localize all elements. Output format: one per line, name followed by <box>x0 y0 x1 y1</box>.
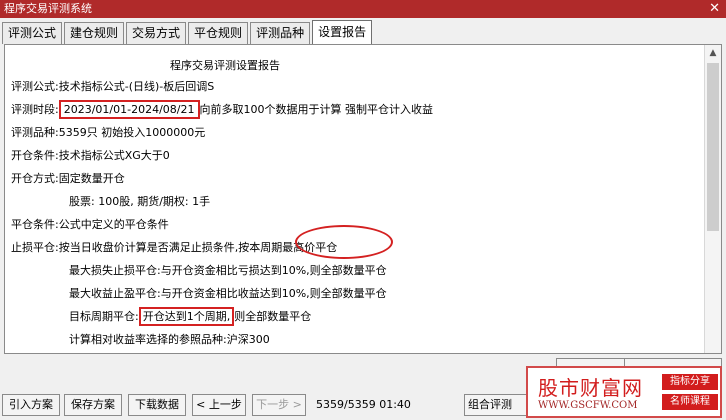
prev-step-button[interactable]: < 上一步 <box>192 394 246 416</box>
up-arrow-icon[interactable]: ▲ <box>705 45 721 61</box>
watermark-badge-share: 指标分享 <box>662 374 718 390</box>
max-loss-label: 最大损失止损平仓: <box>69 264 161 277</box>
next-step-button[interactable]: 下一步 > <box>252 394 306 416</box>
close-icon[interactable]: ✕ <box>709 0 720 18</box>
stop-loss-value: 按当日收盘价计算是否满足止损条件,按本周期最高价平仓 <box>58 241 338 254</box>
tab-open-rules[interactable]: 建仓规则 <box>64 22 125 44</box>
tab-varieties[interactable]: 评测品种 <box>250 22 311 44</box>
progress-status: 5359/5359 01:40 <box>316 398 411 411</box>
varieties-label: 评测品种: <box>11 126 59 139</box>
target-cycle-label: 目标周期平仓: <box>69 310 139 323</box>
row-shares: 股票: 100股, 期货/期权: 1手 <box>69 192 210 212</box>
row-open-cond: 开仓条件:技术指标公式XG大于0 <box>11 146 170 166</box>
period-label: 评测时段: <box>11 103 59 116</box>
close-cond-label: 平仓条件: <box>11 218 59 231</box>
max-loss-value: 与开仓资金相比亏损达到10%,则全部数量平仓 <box>160 264 387 277</box>
open-cond-label: 开仓条件: <box>11 149 59 162</box>
tab-trade-mode[interactable]: 交易方式 <box>126 22 187 44</box>
benchmark-value: 沪深300 <box>226 333 270 346</box>
row-stop-loss: 止损平仓:按当日收盘价计算是否满足止损条件,按本周期最高价平仓 <box>11 238 337 258</box>
window-titlebar: 程序交易评测系统 ✕ <box>0 0 726 18</box>
row-varieties: 评测品种:5359只 初始投入1000000元 <box>11 123 205 143</box>
vertical-scrollbar[interactable]: ▲ <box>704 45 721 353</box>
row-formula: 评测公式:技术指标公式-(日线)-板后回调S <box>11 77 214 97</box>
report-title: 程序交易评测设置报告 <box>170 59 280 72</box>
row-benchmark: 计算相对收益率选择的参照品种:沪深300 <box>69 330 270 350</box>
row-open-mode: 开仓方式:固定数量开仓 <box>11 169 125 189</box>
shares-value: 股票: 100股, 期货/期权: 1手 <box>69 195 211 208</box>
formula-label: 评测公式: <box>11 80 59 93</box>
date-range-highlight: 2023/01/01-2024/08/21 <box>58 100 200 119</box>
save-plan-button[interactable]: 保存方案 <box>64 394 122 416</box>
row-max-loss: 最大损失止损平仓:与开仓资金相比亏损达到10%,则全部数量平仓 <box>69 261 387 281</box>
download-data-button[interactable]: 下载数据 <box>128 394 186 416</box>
varieties-value: 5359只 初始投入1000000元 <box>58 126 206 139</box>
open-mode-label: 开仓方式: <box>11 172 59 185</box>
close-cond-value: 公式中定义的平仓条件 <box>58 218 169 231</box>
report-panel: 程序交易评测设置报告 评测公式:技术指标公式-(日线)-板后回调S 评测时段: 2… <box>4 44 722 354</box>
tab-report[interactable]: 设置报告 <box>312 20 373 44</box>
stop-loss-label: 止损平仓: <box>11 241 59 254</box>
open-cond-value: 技术指标公式XG大于0 <box>58 149 170 162</box>
max-profit-label: 最大收益止盈平仓: <box>69 287 161 300</box>
tab-bar: 评测公式 建仓规则 交易方式 平仓规则 评测品种 设置报告 <box>2 20 374 44</box>
row-period: 评测时段: 2023/01/01-2024/08/21 向前多取100个数据用于计算… <box>11 100 433 120</box>
open-mode-value: 固定数量开仓 <box>58 172 125 185</box>
max-profit-value: 与开仓资金相比收益达到10%,则全部数量平仓 <box>160 287 387 300</box>
scrollbar-thumb[interactable] <box>707 63 719 231</box>
row-close-cond: 平仓条件:公式中定义的平仓条件 <box>11 215 169 235</box>
row-max-profit: 最大收益止盈平仓:与开仓资金相比收益达到10%,则全部数量平仓 <box>69 284 387 304</box>
formula-value: 技术指标公式-(日线)-板后回调S <box>58 80 215 93</box>
tab-formula[interactable]: 评测公式 <box>2 22 63 44</box>
watermark-badge-course: 名师课程 <box>662 394 718 410</box>
watermark-name: 股市财富网 <box>538 376 643 400</box>
site-watermark: 股市财富网 WWW.GSCFW.COM 指标分享 名师课程 <box>526 366 722 418</box>
watermark-url: WWW.GSCFW.COM <box>538 400 638 411</box>
combo-eval-select[interactable]: 组合评测 <box>464 394 528 416</box>
benchmark-label: 计算相对收益率选择的参照品种: <box>69 333 227 346</box>
target-cycle-rest: 则全部数量平仓 <box>234 310 312 323</box>
period-rest: 向前多取100个数据用于计算 强制平仓计入收益 <box>199 103 434 116</box>
row-target-cycle: 目标周期平仓: 开仓达到1个周期, 则全部数量平仓 <box>69 307 311 327</box>
tab-close-rules[interactable]: 平仓规则 <box>188 22 249 44</box>
target-cycle-highlight: 开仓达到1个周期, <box>138 307 235 326</box>
import-plan-button[interactable]: 引入方案 <box>2 394 60 416</box>
window-title: 程序交易评测系统 <box>4 2 92 15</box>
